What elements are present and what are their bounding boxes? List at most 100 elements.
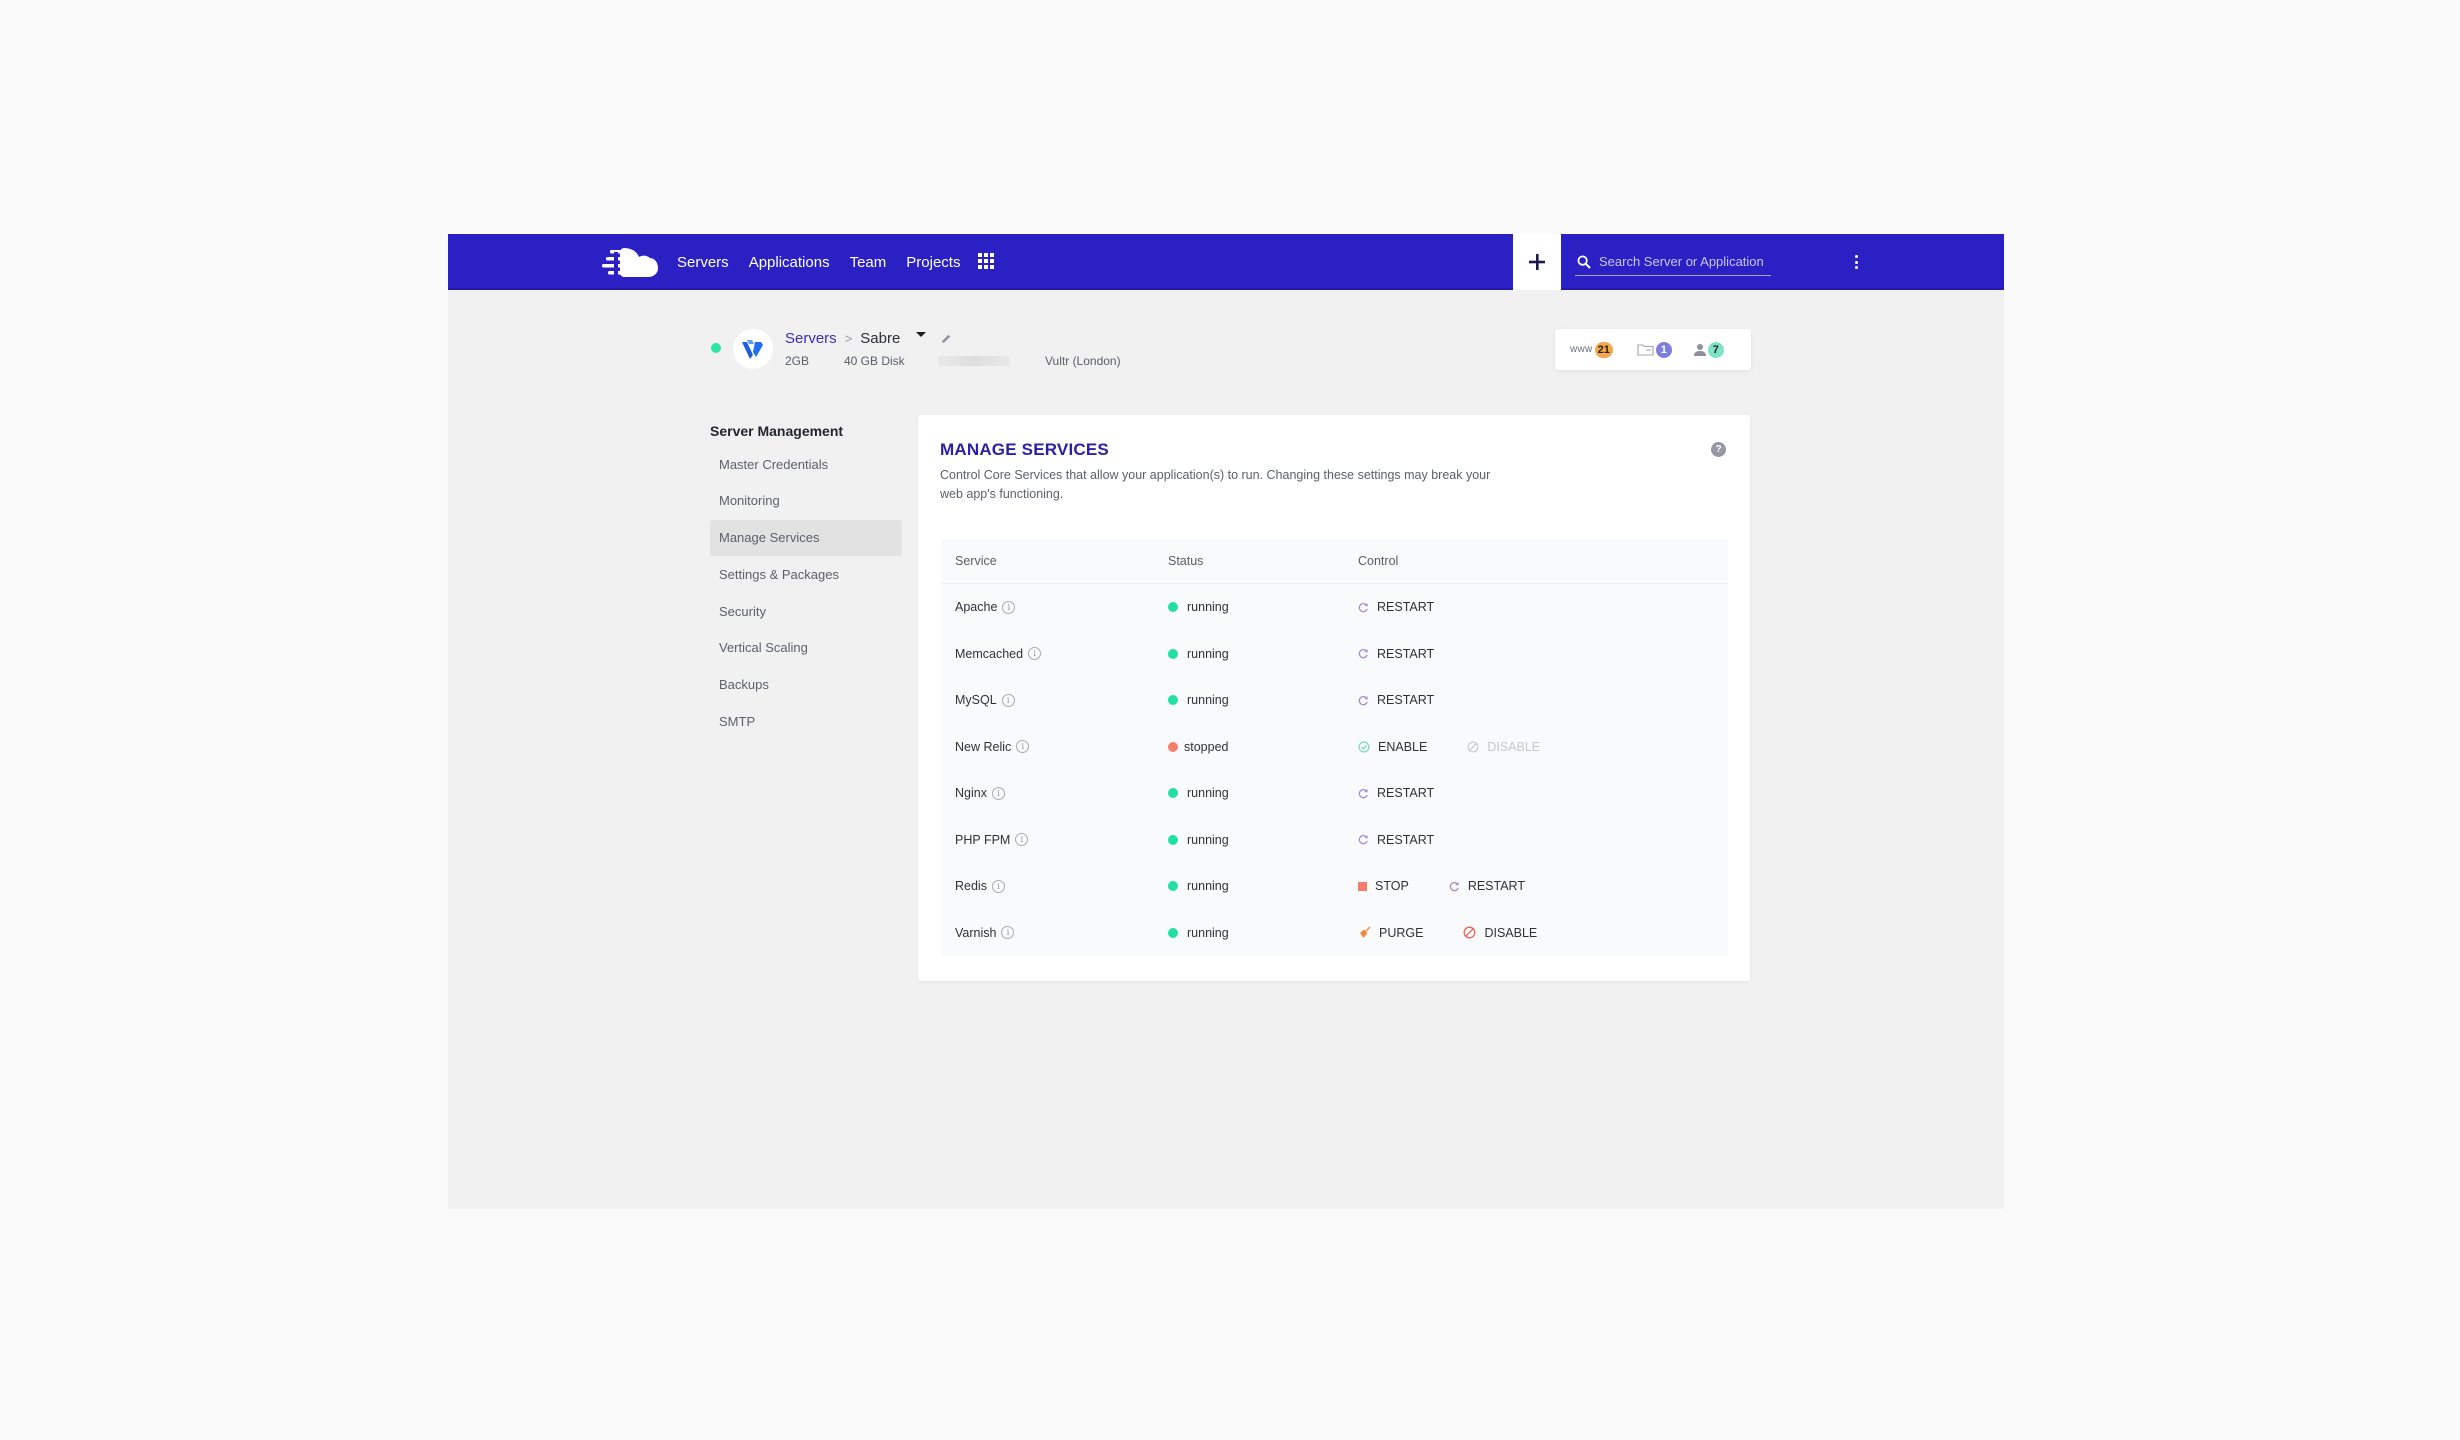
service-name: Apache xyxy=(955,600,998,615)
restart-button[interactable]: RESTART xyxy=(1358,786,1434,800)
projects-count-stat[interactable]: 1 xyxy=(1637,341,1672,358)
status-cell: running xyxy=(1168,926,1358,940)
status-cell: running xyxy=(1168,600,1358,614)
restart-icon xyxy=(1358,695,1377,706)
status-text: running xyxy=(1187,600,1229,615)
table-row: MySQL i running RESTART xyxy=(941,677,1728,724)
nav-team[interactable]: Team xyxy=(850,254,887,271)
help-question-icon[interactable]: ? xyxy=(1711,442,1726,457)
server-ip-redacted xyxy=(938,356,1010,366)
stop-label: STOP xyxy=(1375,879,1409,894)
user-icon xyxy=(1693,343,1706,356)
search-icon xyxy=(1577,255,1591,269)
status-dot-icon xyxy=(1168,927,1178,938)
sidebar-item-manage-services[interactable]: Manage Services xyxy=(710,519,902,556)
table-row: Redis i running STOP RESTART xyxy=(941,863,1728,910)
restart-label: RESTART xyxy=(1377,600,1435,615)
nav-servers[interactable]: Servers xyxy=(677,254,729,271)
edit-pencil-icon[interactable] xyxy=(940,333,952,345)
sidebar-item-backups[interactable]: Backups xyxy=(710,667,902,703)
info-icon[interactable]: i xyxy=(1001,926,1015,940)
sidebar-item-master-credentials[interactable]: Master Credentials xyxy=(710,446,902,482)
service-cell: PHP FPM i xyxy=(941,833,1168,847)
control-cell: RESTART xyxy=(1358,647,1728,661)
sidebar-item-smtp[interactable]: SMTP xyxy=(710,704,902,740)
restart-button[interactable]: RESTART xyxy=(1358,647,1434,661)
nav-projects[interactable]: Projects xyxy=(906,254,960,271)
disable-label: DISABLE xyxy=(1487,739,1541,754)
sidebar-item-security[interactable]: Security xyxy=(710,593,902,629)
restart-label: RESTART xyxy=(1377,832,1435,847)
more-options-kebab-icon[interactable] xyxy=(1850,251,1862,273)
disable-button[interactable]: DISABLE xyxy=(1463,926,1537,940)
status-cell: running xyxy=(1168,786,1358,800)
control-cell: RESTART xyxy=(1358,693,1728,707)
stop-icon xyxy=(1358,881,1375,891)
sidebar-item-settings-packages[interactable]: Settings & Packages xyxy=(710,556,902,592)
server-ram: 2GB xyxy=(785,354,810,368)
breadcrumb-separator: > xyxy=(844,331,853,346)
server-name[interactable]: Sabre xyxy=(860,330,900,347)
services-table: Service Status Control Apache i running RES… xyxy=(941,539,1728,956)
provider-avatar xyxy=(733,329,773,369)
control-cell: RESTART xyxy=(1358,833,1728,847)
control-cell: PURGE DISABLE xyxy=(1358,926,1728,940)
status-dot-icon xyxy=(1168,881,1178,892)
status-text: running xyxy=(1187,925,1229,940)
enable-button[interactable]: ENABLE xyxy=(1358,740,1427,754)
info-icon[interactable]: i xyxy=(1028,647,1042,661)
sidebar-item-vertical-scaling[interactable]: Vertical Scaling xyxy=(710,630,902,666)
purge-button[interactable]: PURGE xyxy=(1358,926,1423,940)
purge-label: PURGE xyxy=(1379,925,1424,940)
members-count-stat[interactable]: 7 xyxy=(1693,341,1724,358)
table-row: PHP FPM i running RESTART xyxy=(941,817,1728,864)
server-disk: 40 GB Disk xyxy=(844,354,905,368)
restart-button[interactable]: RESTART xyxy=(1358,600,1434,614)
sidebar-title: Server Management xyxy=(710,423,844,439)
server-stats: www 21 1 7 xyxy=(1555,329,1751,370)
sidebar-item-monitoring[interactable]: Monitoring xyxy=(710,483,902,519)
table-row: New Relic i stopped ENABLE DISABLE xyxy=(941,724,1728,771)
info-icon[interactable]: i xyxy=(991,879,1005,893)
nav-applications[interactable]: Applications xyxy=(749,254,830,271)
apps-grid-icon[interactable] xyxy=(978,253,994,269)
stop-button[interactable]: STOP xyxy=(1358,879,1409,893)
search-input[interactable] xyxy=(1599,254,1769,269)
restart-button[interactable]: RESTART xyxy=(1358,833,1434,847)
restart-button[interactable]: RESTART xyxy=(1449,879,1525,893)
server-management-sidebar: Master Credentials Monitoring Manage Ser… xyxy=(710,446,902,740)
info-icon[interactable]: i xyxy=(1015,833,1029,847)
add-button[interactable] xyxy=(1513,234,1561,290)
cloudways-logo-icon[interactable] xyxy=(602,244,660,280)
status-cell: running xyxy=(1168,693,1358,707)
service-name: New Relic xyxy=(955,739,1012,754)
info-icon[interactable]: i xyxy=(1001,693,1015,707)
restart-label: RESTART xyxy=(1377,786,1435,801)
restart-icon xyxy=(1358,602,1377,613)
service-cell: Nginx i xyxy=(941,786,1168,800)
server-switcher-caret-icon[interactable] xyxy=(916,332,927,337)
service-cell: MySQL i xyxy=(941,693,1168,707)
breadcrumb-servers-link[interactable]: Servers xyxy=(785,330,837,347)
header-service: Service xyxy=(955,554,997,568)
restart-label: RESTART xyxy=(1377,693,1435,708)
disable-label: DISABLE xyxy=(1484,925,1538,940)
apps-count-stat[interactable]: www 21 xyxy=(1570,341,1613,358)
control-cell: ENABLE DISABLE xyxy=(1358,740,1728,754)
status-dot-icon xyxy=(1168,834,1178,845)
table-header: Service Status Control xyxy=(941,539,1728,584)
status-dot-icon xyxy=(1168,602,1178,613)
info-icon[interactable]: i xyxy=(1002,600,1016,614)
service-cell: Varnish i xyxy=(941,926,1168,940)
table-row: Varnish i running PURGE DISABLE xyxy=(941,910,1728,957)
info-icon[interactable]: i xyxy=(1016,740,1030,754)
status-cell: running xyxy=(1168,879,1358,893)
folder-icon xyxy=(1637,344,1654,356)
manage-services-card: MANAGE SERVICES Control Core Services th… xyxy=(918,415,1750,981)
restart-button[interactable]: RESTART xyxy=(1358,693,1434,707)
status-text: running xyxy=(1187,693,1229,708)
info-icon[interactable]: i xyxy=(991,786,1005,800)
enable-label: ENABLE xyxy=(1378,739,1428,754)
status-dot-icon xyxy=(1168,695,1178,706)
header-control: Control xyxy=(1358,554,1399,568)
